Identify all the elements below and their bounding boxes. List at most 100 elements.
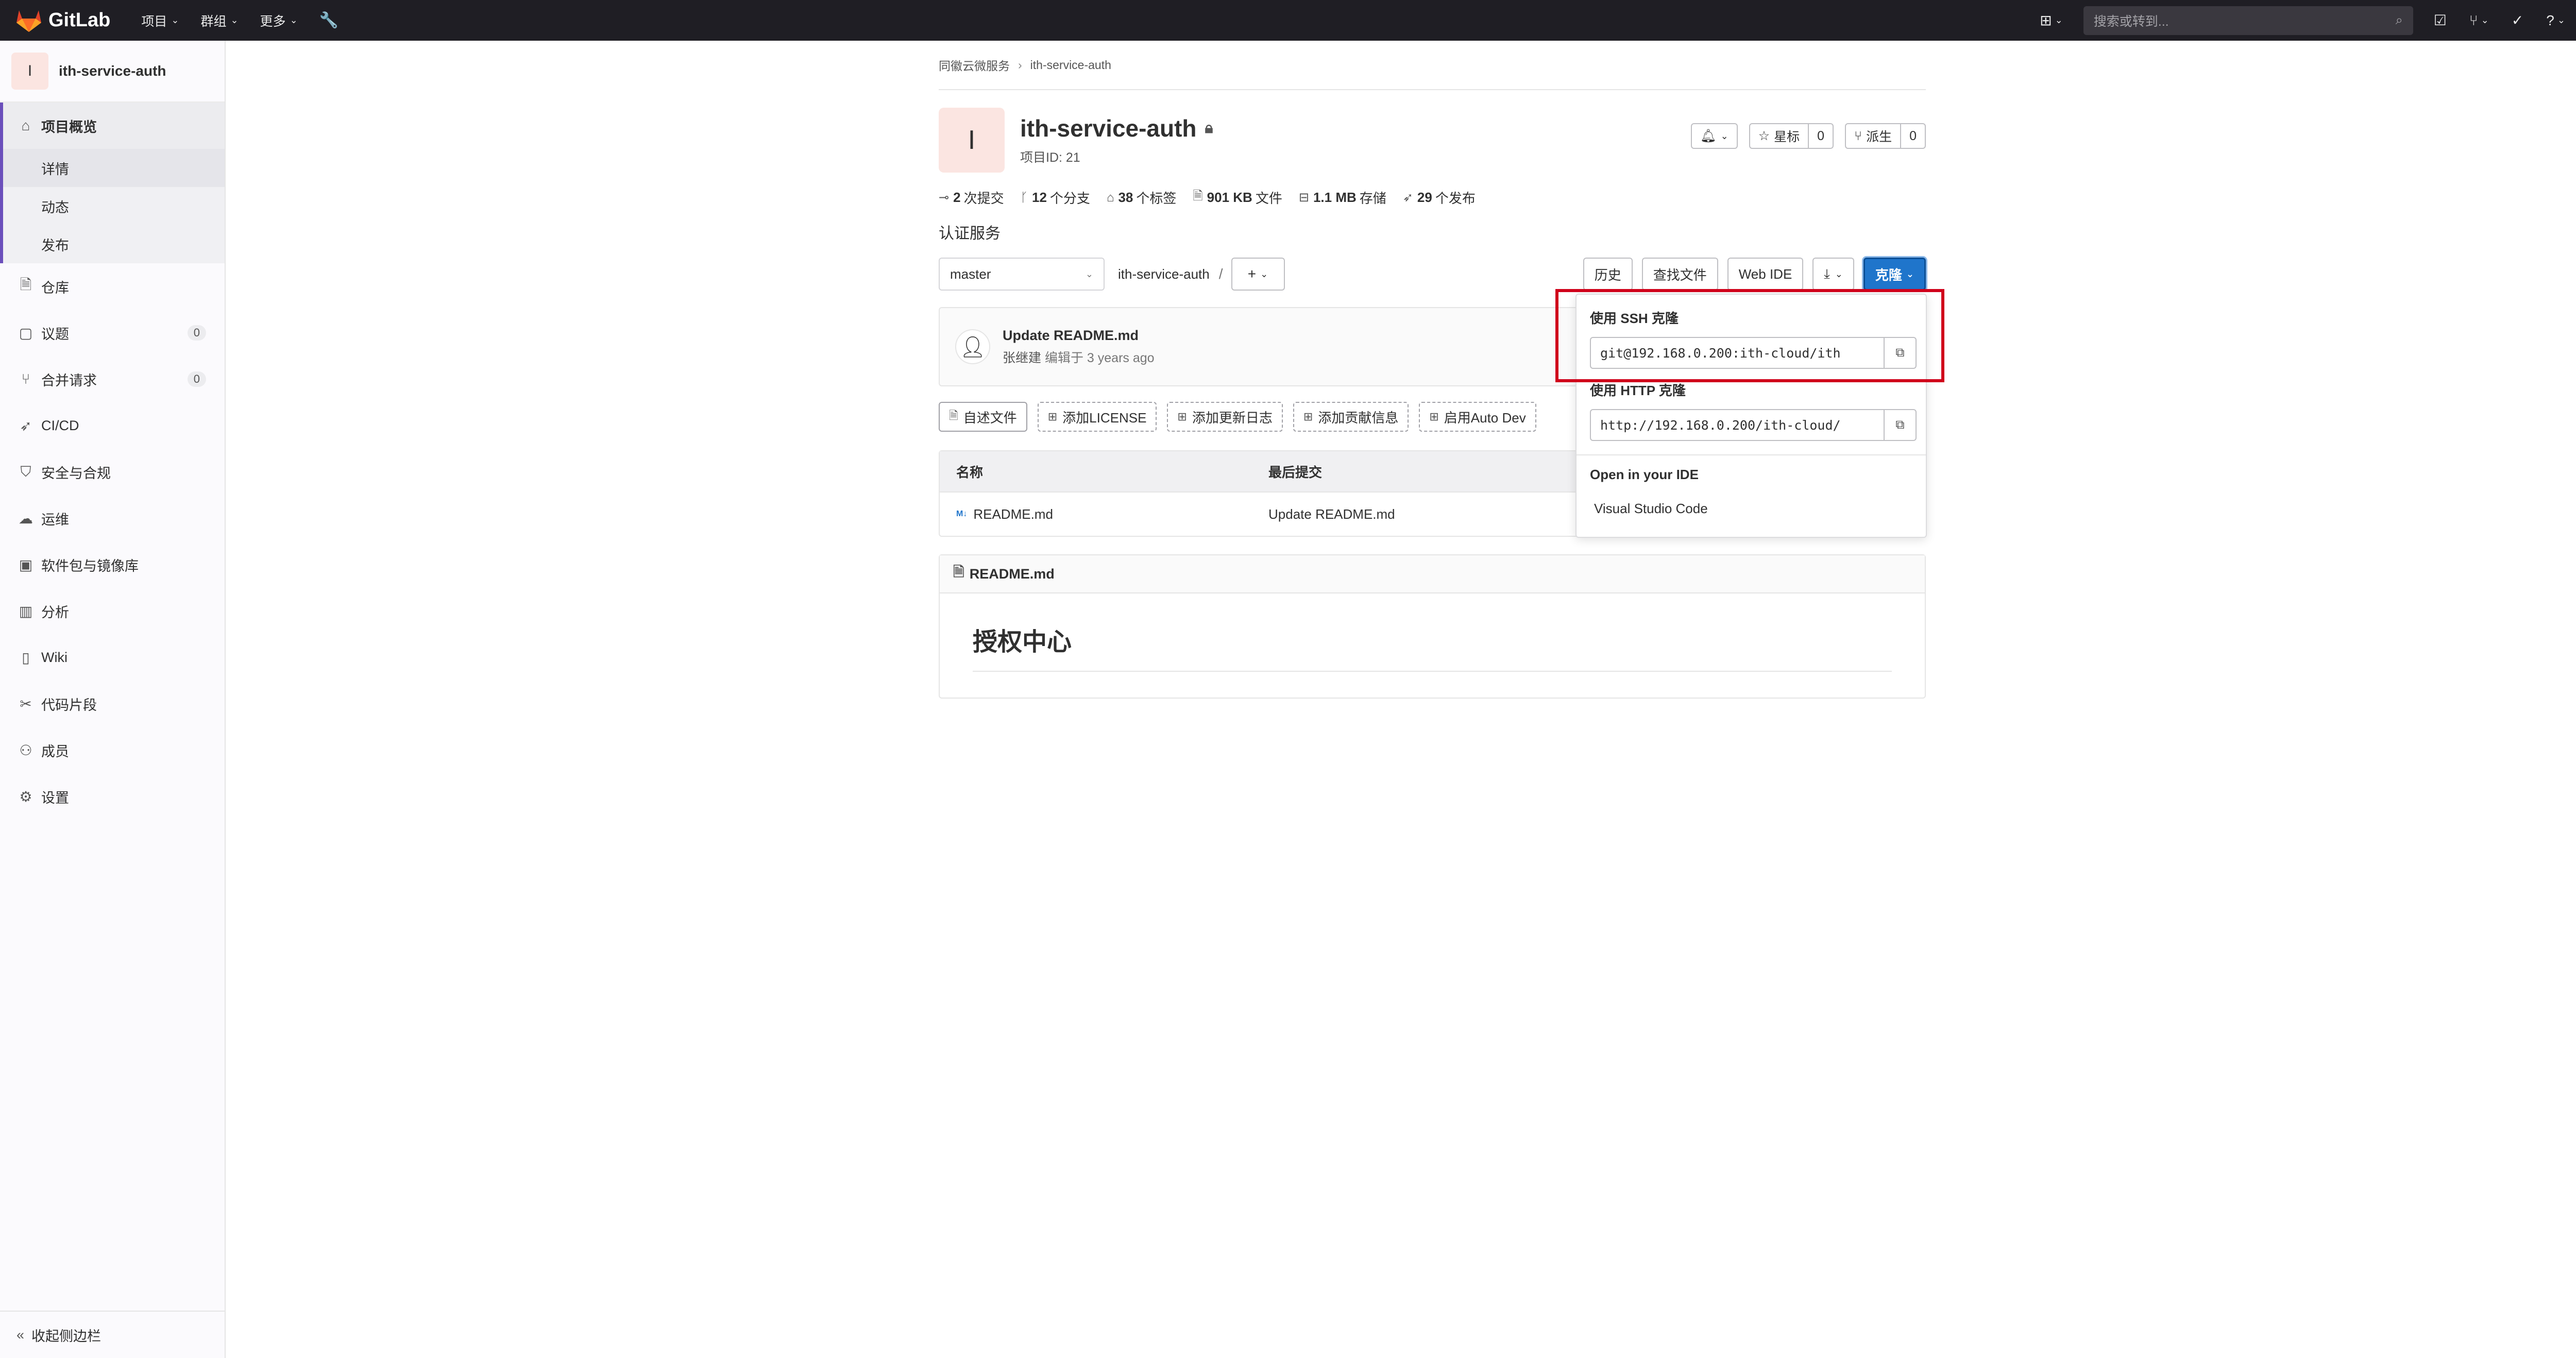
add-license-button[interactable]: ⊞ 添加LICENSE: [1037, 402, 1157, 432]
sidebar-item-label: 运维: [41, 512, 69, 528]
enable-auto-devops-button[interactable]: ⊞ 启用Auto Dev: [1419, 402, 1536, 432]
chevron-down-icon: ⌄: [171, 15, 179, 25]
add-file-button[interactable]: + ⌄: [1231, 258, 1285, 291]
action-label: 添加LICENSE: [1062, 410, 1147, 426]
merge-requests-top-icon[interactable]: ⑂ ⌄: [2469, 12, 2489, 29]
stat-value: 901 KB: [1207, 190, 1252, 205]
todos-icon[interactable]: ✓: [2512, 12, 2523, 29]
fork-button[interactable]: ⑂ 派生 0: [1845, 123, 1926, 149]
sidebar-project-header[interactable]: I ith-service-auth: [0, 41, 225, 103]
help-icon[interactable]: ? ⌄: [2546, 12, 2565, 29]
sidebar-item-repository[interactable]: 🗎 仓库: [0, 263, 225, 310]
sidebar-item-wiki[interactable]: ▯ Wiki: [0, 634, 225, 681]
issues-count-badge: 0: [187, 325, 206, 341]
search-input[interactable]: 搜索或转到... ⌕: [2083, 6, 2413, 35]
readme-button[interactable]: 🗎 自述文件: [939, 402, 1027, 432]
fork-count[interactable]: 0: [1900, 124, 1925, 148]
http-url-input[interactable]: http://192.168.0.200/ith-cloud/: [1591, 410, 1884, 440]
action-label: 添加更新日志: [1192, 410, 1273, 426]
copy-http-button[interactable]: ⧉: [1884, 410, 1916, 440]
sidebar-item-security[interactable]: ⛉ 安全与合规: [0, 449, 225, 495]
sidebar-sub-releases[interactable]: 发布: [3, 225, 225, 263]
file-last-commit[interactable]: Update README.md: [1268, 506, 1395, 522]
plus-icon: +: [1247, 266, 1257, 282]
sidebar-item-members[interactable]: ⚇ 成员: [0, 727, 225, 773]
readme-filename[interactable]: README.md: [970, 566, 1055, 582]
stat-branches[interactable]: ᚴ 12 个分支: [1021, 187, 1090, 208]
branch-icon: ᚴ: [1020, 190, 1028, 205]
gitlab-logo[interactable]: GitLab: [15, 8, 110, 33]
repo-path[interactable]: ith-service-auth: [1118, 266, 1210, 282]
breadcrumb: 同徽云微服务 › ith-service-auth: [939, 41, 1926, 90]
stat-commits[interactable]: ⊸ 2 次提交: [939, 187, 1004, 208]
rocket-icon: ➶: [1402, 191, 1413, 205]
stat-storage[interactable]: ⊟ 1.1 MB 存储: [1299, 187, 1386, 208]
sidebar-item-snippets[interactable]: ✂ 代码片段: [0, 681, 225, 727]
fork-icon: ⑂: [1854, 128, 1862, 143]
star-label: 星标: [1774, 130, 1800, 144]
new-menu-button[interactable]: ⊞ ⌄: [2040, 12, 2063, 29]
plus-square-icon: ⊞: [1177, 410, 1187, 423]
sidebar-sub-activity[interactable]: 动态: [3, 187, 225, 225]
star-button[interactable]: ☆ 星标 0: [1749, 123, 1834, 149]
sidebar-item-analytics[interactable]: ▥ 分析: [0, 588, 225, 634]
sidebar-item-merge-requests[interactable]: ⑂ 合并请求 0: [0, 356, 225, 402]
branch-selector[interactable]: master ⌄: [939, 258, 1105, 291]
star-count[interactable]: 0: [1808, 124, 1833, 148]
notification-button[interactable]: 🔔︎ ⌄: [1690, 123, 1738, 149]
add-changelog-button[interactable]: ⊞ 添加更新日志: [1167, 402, 1283, 432]
find-file-button[interactable]: 查找文件: [1641, 258, 1718, 291]
project-stats: ⊸ 2 次提交 ᚴ 12 个分支 ⌂ 38 个标签 🗎 901 KB 文件 ⊟ 1.1 MB 存储 …: [939, 187, 1926, 208]
package-icon: ▣: [19, 556, 33, 573]
commit-author-avatar[interactable]: 👤︎: [955, 329, 990, 364]
collapse-sidebar-button[interactable]: « 收起侧边栏: [0, 1311, 225, 1358]
commit-icon: ⊸: [939, 191, 950, 205]
sidebar-sub-details[interactable]: 详情: [3, 149, 225, 187]
sidebar-item-label: 设置: [41, 790, 69, 806]
open-in-ide-label: Open in your IDE: [1590, 467, 1699, 482]
download-button[interactable]: ⤓ ⌄: [1812, 258, 1854, 291]
stat-tags[interactable]: ⌂ 38 个标签: [1107, 187, 1176, 208]
nav-projects[interactable]: 项目 ⌄: [141, 11, 179, 30]
nav-groups[interactable]: 群组 ⌄: [200, 11, 238, 30]
nav-more[interactable]: 更多 ⌄: [260, 11, 298, 30]
stat-files[interactable]: 🗎 901 KB 文件: [1193, 187, 1282, 208]
open-vscode-item[interactable]: Visual Studio Code: [1594, 501, 1708, 517]
file-name[interactable]: README.md: [973, 506, 1053, 522]
sidebar-item-packages[interactable]: ▣ 软件包与镜像库: [0, 541, 225, 588]
sidebar-project-name: ith-service-auth: [59, 63, 166, 79]
issues-top-icon[interactable]: ☑: [2434, 12, 2447, 29]
scissors-icon: ✂: [20, 695, 32, 712]
nav-more-label: 更多: [260, 14, 286, 29]
add-contributing-button[interactable]: ⊞ 添加贡献信息: [1293, 402, 1409, 432]
column-last-commit: 最后提交: [1268, 464, 1323, 480]
web-ide-button[interactable]: Web IDE: [1727, 258, 1804, 291]
history-button[interactable]: 历史: [1583, 258, 1633, 291]
project-avatar-large: I: [939, 108, 1005, 173]
sidebar-item-operations[interactable]: ☁ 运维: [0, 495, 225, 541]
repo-toolbar: master ⌄ ith-service-auth / + ⌄ 历史 查找文件 W…: [939, 258, 1926, 291]
commit-time: 编辑于 3 years ago: [1044, 350, 1155, 365]
clone-button[interactable]: 克隆 ⌄: [1863, 258, 1926, 291]
commit-message[interactable]: Update README.md: [1003, 328, 1155, 344]
sidebar-item-cicd[interactable]: ➶ CI/CD: [0, 402, 225, 449]
http-url-field[interactable]: http://192.168.0.200/ith-cloud/ ⧉: [1590, 409, 1917, 441]
stat-value: 38: [1118, 190, 1133, 205]
fork-label: 派生: [1866, 130, 1892, 144]
sidebar-item-label: Wiki: [41, 649, 67, 665]
stat-releases[interactable]: ➶ 29 个发布: [1403, 187, 1476, 208]
stat-label: 文件: [1255, 191, 1282, 206]
issues-icon: ▢: [19, 325, 33, 341]
breadcrumb-project[interactable]: ith-service-auth: [1030, 58, 1111, 72]
sidebar-item-settings[interactable]: ⚙ 设置: [0, 773, 225, 820]
commit-author[interactable]: 张继建: [1003, 351, 1041, 365]
breadcrumb-group[interactable]: 同徽云微服务: [939, 56, 1010, 74]
action-label: 添加贡献信息: [1318, 410, 1399, 426]
stat-value: 29: [1417, 190, 1432, 205]
sidebar-item-overview[interactable]: ⌂ 项目概览: [0, 103, 225, 149]
rocket-icon: ➶: [20, 417, 32, 434]
clone-label: 克隆: [1875, 267, 1902, 283]
admin-wrench-icon[interactable]: 🔧: [319, 11, 338, 29]
path-separator: /: [1218, 266, 1223, 282]
sidebar-item-issues[interactable]: ▢ 议题 0: [0, 310, 225, 356]
